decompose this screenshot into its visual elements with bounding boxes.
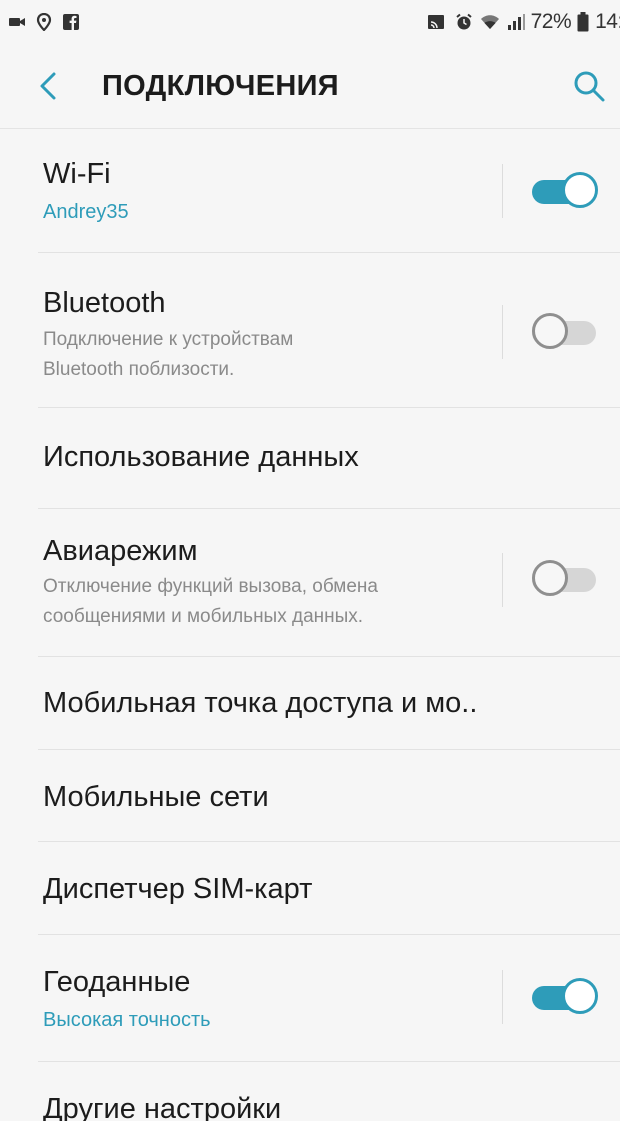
wifi-toggle[interactable] — [530, 172, 600, 212]
clock: 14:5 — [595, 10, 620, 33]
cast-icon — [427, 15, 444, 29]
status-bar-left — [8, 13, 80, 31]
facebook-icon — [63, 14, 79, 30]
divider-vertical — [502, 970, 503, 1024]
setting-mobile-hotspot[interactable]: Мобильная точка доступа и мо.. — [0, 657, 620, 750]
search-icon — [574, 71, 605, 102]
chevron-left-icon — [40, 72, 56, 100]
setting-subtitle-line: сообщениями и мобильных данных. — [43, 606, 364, 627]
search-button[interactable] — [566, 64, 612, 108]
video-icon — [9, 18, 25, 26]
setting-more-settings[interactable]: Другие настройки — [0, 1062, 620, 1121]
wifi-network-name: Andrey35 — [43, 201, 129, 223]
setting-mobile-networks[interactable]: Мобильные сети — [0, 750, 620, 842]
setting-title: Использование данных — [43, 441, 359, 473]
airplane-mode-toggle[interactable] — [530, 560, 600, 600]
setting-subtitle: Подключение к устройствам Bluetooth побл… — [43, 325, 483, 385]
setting-title: Wi-Fi — [43, 158, 111, 190]
setting-wifi[interactable]: Wi-Fi Andrey35 — [0, 128, 620, 253]
setting-data-usage[interactable]: Использование данных — [0, 408, 620, 509]
location-mode: Высокая точность — [43, 1009, 211, 1031]
toggle-thumb — [532, 560, 568, 596]
setting-title: Мобильные сети — [43, 781, 269, 813]
location-icon — [36, 13, 52, 31]
setting-airplane-mode[interactable]: Авиарежим Отключение функций вызова, обм… — [0, 509, 620, 657]
status-bar-right: 72% 14:5 — [423, 10, 620, 34]
setting-title: Диспетчер SIM-карт — [43, 873, 313, 905]
setting-subtitle: Отключение функций вызова, обмена сообще… — [43, 572, 483, 632]
battery-percentage: 72% — [530, 10, 572, 33]
signal-icon — [507, 14, 525, 30]
toggle-thumb — [532, 313, 568, 349]
divider-vertical — [502, 305, 503, 359]
app-bar: ПОДКЛЮЧЕНИЯ — [0, 44, 620, 129]
alarm-icon — [455, 13, 472, 30]
back-button[interactable] — [26, 64, 70, 108]
setting-subtitle-line: Подключение к устройствам — [43, 329, 294, 350]
setting-subtitle-line: Отключение функций вызова, обмена — [43, 576, 378, 597]
setting-title: Bluetooth — [43, 287, 166, 319]
wifi-icon — [480, 15, 499, 29]
toggle-thumb — [562, 978, 598, 1014]
setting-bluetooth[interactable]: Bluetooth Подключение к устройствам Blue… — [0, 253, 620, 408]
location-toggle[interactable] — [530, 978, 600, 1018]
setting-title: Геоданные — [43, 966, 191, 998]
setting-location[interactable]: Геоданные Высокая точность — [0, 935, 620, 1062]
toggle-thumb — [562, 172, 598, 208]
setting-title: Авиарежим — [43, 535, 198, 567]
divider-vertical — [502, 164, 503, 218]
divider-vertical — [502, 553, 503, 607]
setting-subtitle-line: Bluetooth поблизости. — [43, 359, 235, 380]
status-bar: 72% 14:5 — [0, 0, 620, 44]
page-title: ПОДКЛЮЧЕНИЯ — [102, 70, 339, 102]
bluetooth-toggle[interactable] — [530, 313, 600, 353]
setting-title: Другие настройки — [43, 1093, 282, 1121]
battery-icon — [577, 12, 589, 32]
setting-title: Мобильная точка доступа и мо.. — [43, 687, 478, 719]
setting-sim-manager[interactable]: Диспетчер SIM-карт — [0, 842, 620, 935]
